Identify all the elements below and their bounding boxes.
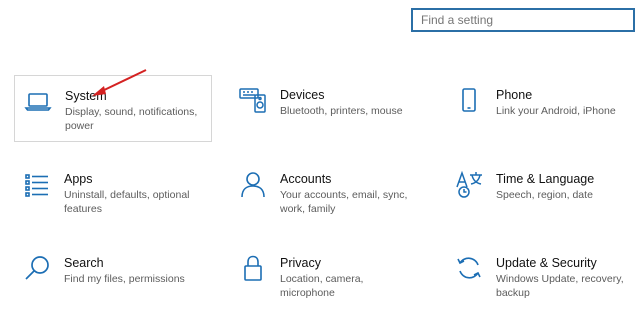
tile-title: Privacy	[280, 256, 321, 270]
settings-home: System Display, sound, notifications, po…	[0, 0, 640, 330]
tile-devices[interactable]: Devices Bluetooth, printers, mouse	[230, 75, 428, 142]
find-setting-input[interactable]	[413, 10, 633, 30]
tile-search[interactable]: Search Find my files, permissions	[14, 243, 212, 310]
time-language-icon	[454, 169, 484, 199]
search-icon	[22, 253, 52, 283]
laptop-icon	[23, 86, 53, 116]
tile-phone[interactable]: Phone Link your Android, iPhone	[446, 75, 640, 142]
tile-privacy[interactable]: Privacy Location, camera, microphone	[230, 243, 428, 310]
tile-title: Apps	[64, 172, 93, 186]
sync-arrows-icon	[454, 253, 484, 283]
tile-title: Update & Security	[496, 256, 597, 270]
apps-list-icon	[22, 169, 52, 199]
tile-apps[interactable]: Apps Uninstall, defaults, optional featu…	[14, 159, 212, 226]
tile-accounts[interactable]: Accounts Your accounts, email, sync, wor…	[230, 159, 428, 226]
tile-title: System	[65, 89, 107, 103]
tile-title: Devices	[280, 88, 325, 102]
tile-description: Display, sound, notifications, power	[65, 106, 198, 132]
person-icon	[238, 169, 268, 199]
tile-description: Your accounts, email, sync, work, family	[280, 189, 408, 215]
tile-update-security[interactable]: Update & Security Windows Update, recove…	[446, 243, 640, 310]
tile-title: Accounts	[280, 172, 332, 186]
tile-description: Link your Android, iPhone	[496, 105, 616, 117]
tile-time-language[interactable]: Time & Language Speech, region, date	[446, 159, 640, 226]
tile-description: Speech, region, date	[496, 189, 593, 201]
keyboard-speaker-icon	[238, 85, 268, 115]
tile-description: Uninstall, defaults, optional features	[64, 189, 190, 215]
tile-description: Location, camera, microphone	[280, 273, 364, 299]
search-box[interactable]	[411, 8, 635, 32]
tile-description: Bluetooth, printers, mouse	[280, 105, 403, 117]
tile-title: Search	[64, 256, 104, 270]
tile-title: Time & Language	[496, 172, 595, 186]
tile-description: Find my files, permissions	[64, 273, 185, 285]
tile-system[interactable]: System Display, sound, notifications, po…	[14, 75, 212, 142]
tile-description: Windows Update, recovery, backup	[496, 273, 624, 299]
phone-icon	[454, 85, 484, 115]
tile-title: Phone	[496, 88, 533, 102]
lock-icon	[238, 253, 268, 283]
